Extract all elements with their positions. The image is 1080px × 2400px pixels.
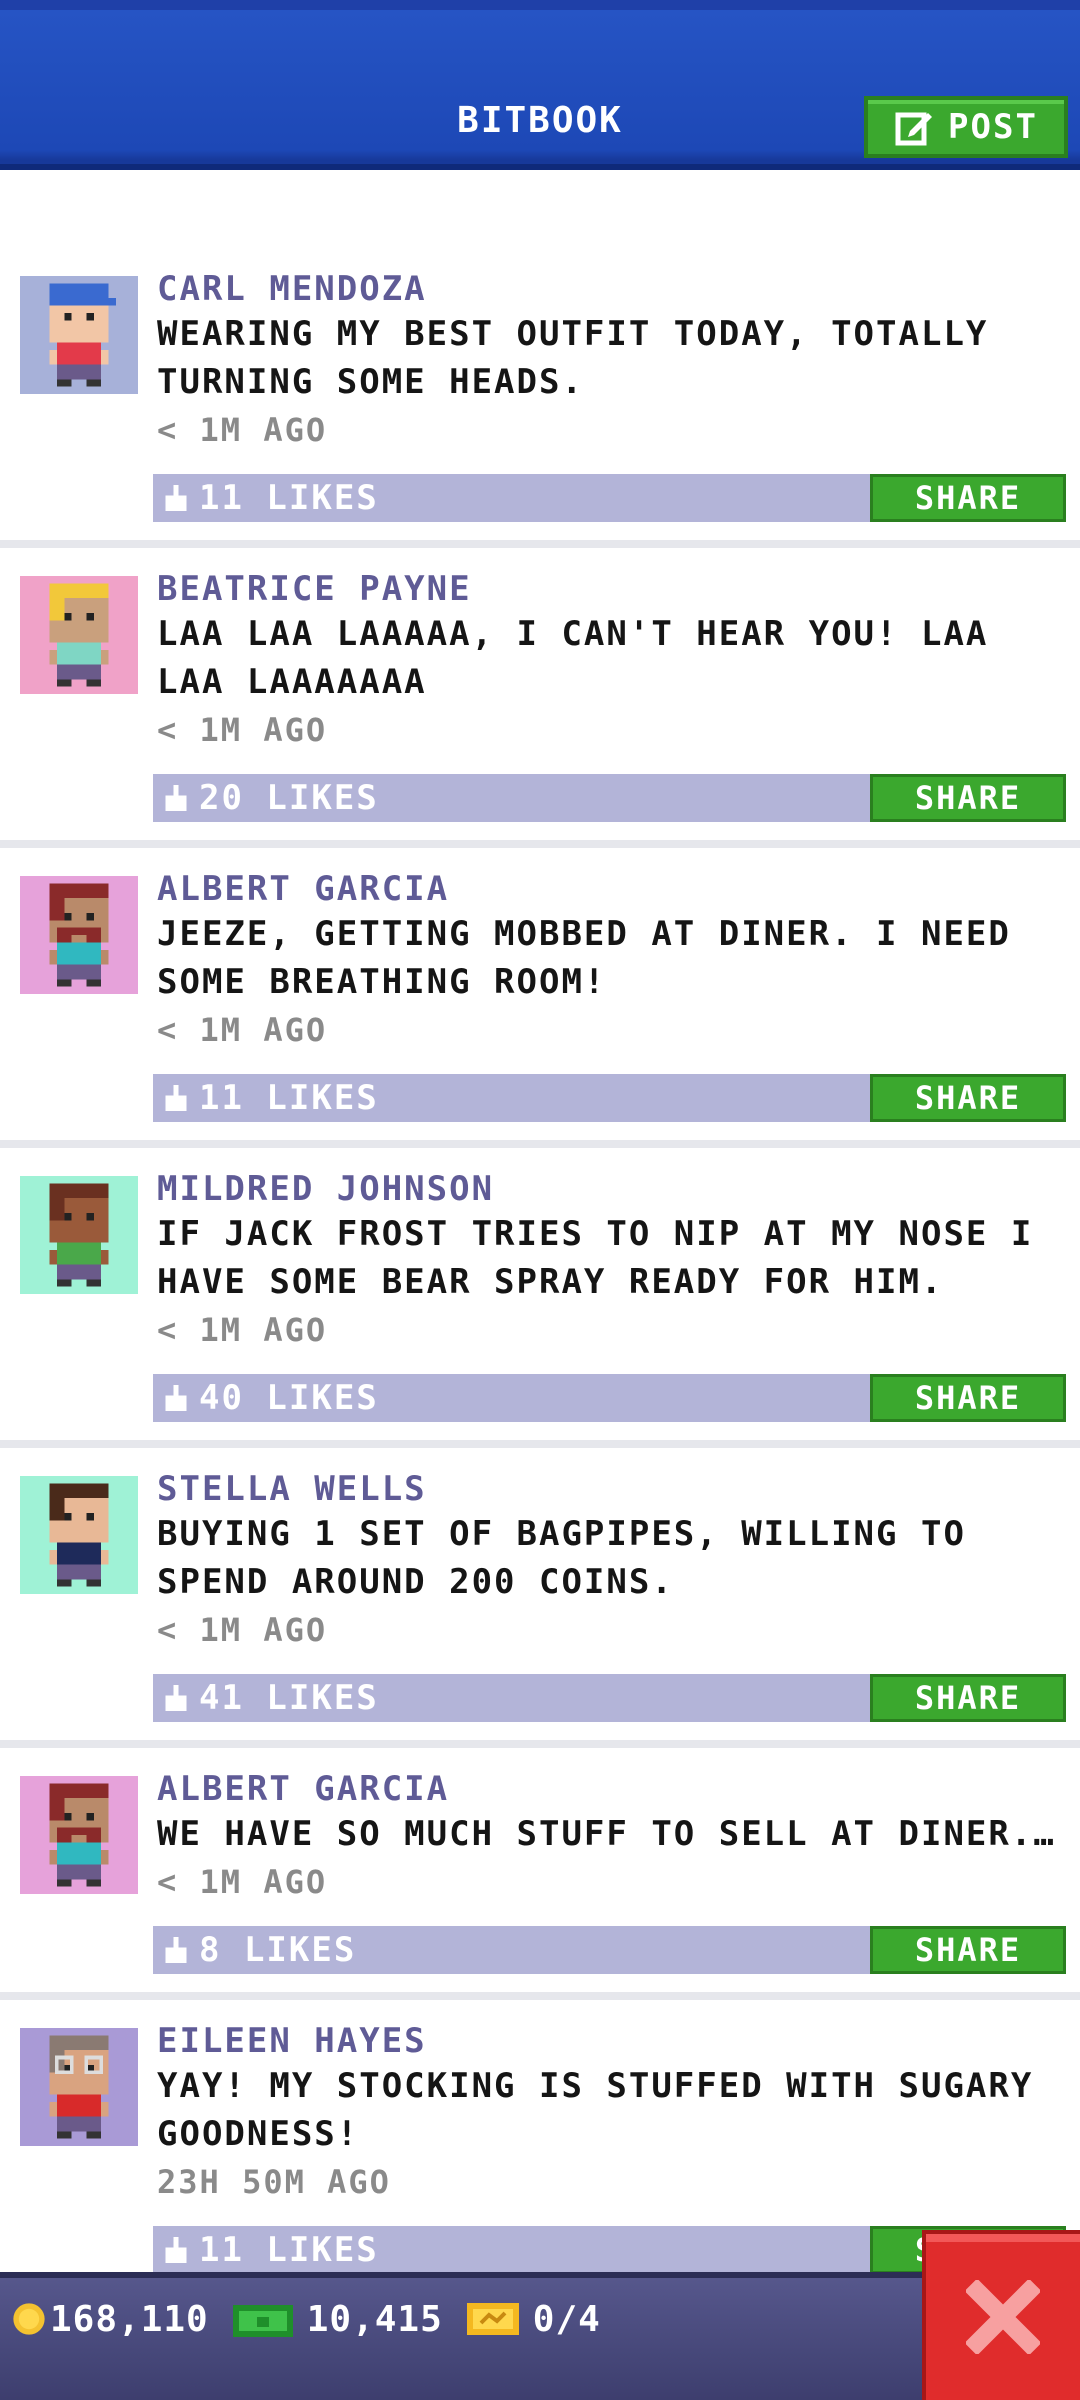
tickets-stat: 0/4 (465, 2299, 601, 2340)
post-message: LAA LAA LAAAAA, I CAN'T HEAR YOU! LAA LA… (157, 614, 989, 702)
feed-post: STELLA WELLS BUYING 1 SET OF BAGPIPES, W… (0, 1448, 1080, 1748)
post-author[interactable]: ALBERT GARCIA (157, 868, 1062, 910)
thumbs-up-icon (165, 485, 187, 511)
coins-value: 168,110 (50, 2298, 209, 2340)
post-button[interactable]: POST (864, 96, 1068, 158)
share-button[interactable]: SHARE (870, 774, 1066, 822)
thumbs-up-icon (165, 1085, 187, 1111)
like-bar[interactable]: 40 LIKES SHARE (153, 1374, 1066, 1422)
feed-post: MILDRED JOHNSON IF JACK FROST TRIES TO N… (0, 1148, 1080, 1448)
thumbs-up-icon (165, 1385, 187, 1411)
post-timestamp: < 1M AGO (157, 711, 328, 749)
thumbs-up-icon (165, 1685, 187, 1711)
feed-post: ALBERT GARCIA WE HAVE SO MUCH STUFF TO S… (0, 1748, 1080, 2000)
post-author[interactable]: BEATRICE PAYNE (157, 568, 1062, 610)
post-message: YAY! MY STOCKING IS STUFFED WITH SUGARY … (157, 2066, 1034, 2154)
likes-count: 11 LIKES (199, 478, 379, 518)
thumbs-up-icon (165, 785, 187, 811)
coin-icon (13, 2303, 45, 2335)
post-author[interactable]: CARL MENDOZA (157, 268, 1062, 310)
share-button[interactable]: SHARE (870, 1374, 1066, 1422)
post-timestamp: < 1M AGO (157, 1011, 328, 1049)
post-timestamp: < 1M AGO (157, 411, 328, 449)
close-icon (966, 2280, 1040, 2354)
currency-bar: 168,110 10,415 0/4 (0, 2272, 1080, 2400)
app-header: BITBOOK POST (0, 0, 1080, 170)
like-bar[interactable]: 11 LIKES SHARE (153, 474, 1066, 522)
feed-post: CARL MENDOZA WEARING MY BEST OUTFIT TODA… (0, 248, 1080, 548)
avatar (20, 276, 138, 394)
like-bar[interactable]: 41 LIKES SHARE (153, 1674, 1066, 1722)
feed-post: BEATRICE PAYNE LAA LAA LAAAAA, I CAN'T H… (0, 548, 1080, 848)
bux-stat: 10,415 (231, 2299, 443, 2340)
post-author[interactable]: ALBERT GARCIA (157, 1768, 1062, 1810)
tickets-value: 0/4 (532, 2298, 601, 2340)
ticket-icon (466, 2303, 519, 2335)
post-timestamp: < 1M AGO (157, 1611, 328, 1649)
like-bar[interactable]: 20 LIKES SHARE (153, 774, 1066, 822)
share-button[interactable]: SHARE (870, 1074, 1066, 1122)
avatar (20, 1476, 138, 1594)
share-button[interactable]: SHARE (870, 1926, 1066, 1974)
feed-post: ALBERT GARCIA JEEZE, GETTING MOBBED AT D… (0, 848, 1080, 1148)
bux-icon (232, 2305, 293, 2337)
post-message: WE HAVE SO MUCH STUFF TO SELL AT DINER..… (157, 1814, 1062, 1854)
post-timestamp: 23H 50M AGO (157, 2163, 391, 2201)
post-message: JEEZE, GETTING MOBBED AT DINER. I NEED S… (157, 914, 1011, 1002)
post-message: BUYING 1 SET OF BAGPIPES, WILLING TO SPE… (157, 1514, 966, 1602)
share-button[interactable]: SHARE (870, 1674, 1066, 1722)
post-button-label: POST (948, 107, 1038, 147)
bux-value: 10,415 (306, 2298, 443, 2340)
post-author[interactable]: MILDRED JOHNSON (157, 1168, 1062, 1210)
likes-count: 11 LIKES (199, 1078, 379, 1118)
likes-count: 41 LIKES (199, 1678, 379, 1718)
like-bar[interactable]: 8 LIKES SHARE (153, 1926, 1066, 1974)
avatar (20, 1176, 138, 1294)
like-bar[interactable]: 11 LIKES SHARE (153, 1074, 1066, 1122)
post-timestamp: < 1M AGO (157, 1863, 328, 1901)
thumbs-up-icon (165, 1937, 187, 1963)
likes-count: 11 LIKES (199, 2230, 379, 2270)
feed-post: EILEEN HAYES YAY! MY STOCKING IS STUFFED… (0, 2000, 1080, 2300)
close-button[interactable] (922, 2230, 1080, 2400)
avatar (20, 1776, 138, 1894)
likes-count: 8 LIKES (199, 1930, 357, 1970)
avatar (20, 2028, 138, 2146)
bitbook-feed[interactable]: CARL MENDOZA WEARING MY BEST OUTFIT TODA… (0, 248, 1080, 2300)
coins-stat: 168,110 (12, 2299, 209, 2340)
avatar (20, 876, 138, 994)
edit-icon (895, 112, 933, 146)
post-message: WEARING MY BEST OUTFIT TODAY, TOTALLY TU… (157, 314, 989, 402)
post-timestamp: < 1M AGO (157, 1311, 328, 1349)
post-message: IF JACK FROST TRIES TO NIP AT MY NOSE I … (157, 1214, 1034, 1302)
thumbs-up-icon (165, 2237, 187, 2263)
post-author[interactable]: STELLA WELLS (157, 1468, 1062, 1510)
likes-count: 40 LIKES (199, 1378, 379, 1418)
share-button[interactable]: SHARE (870, 474, 1066, 522)
likes-count: 20 LIKES (199, 778, 379, 818)
post-author[interactable]: EILEEN HAYES (157, 2020, 1062, 2062)
avatar (20, 576, 138, 694)
